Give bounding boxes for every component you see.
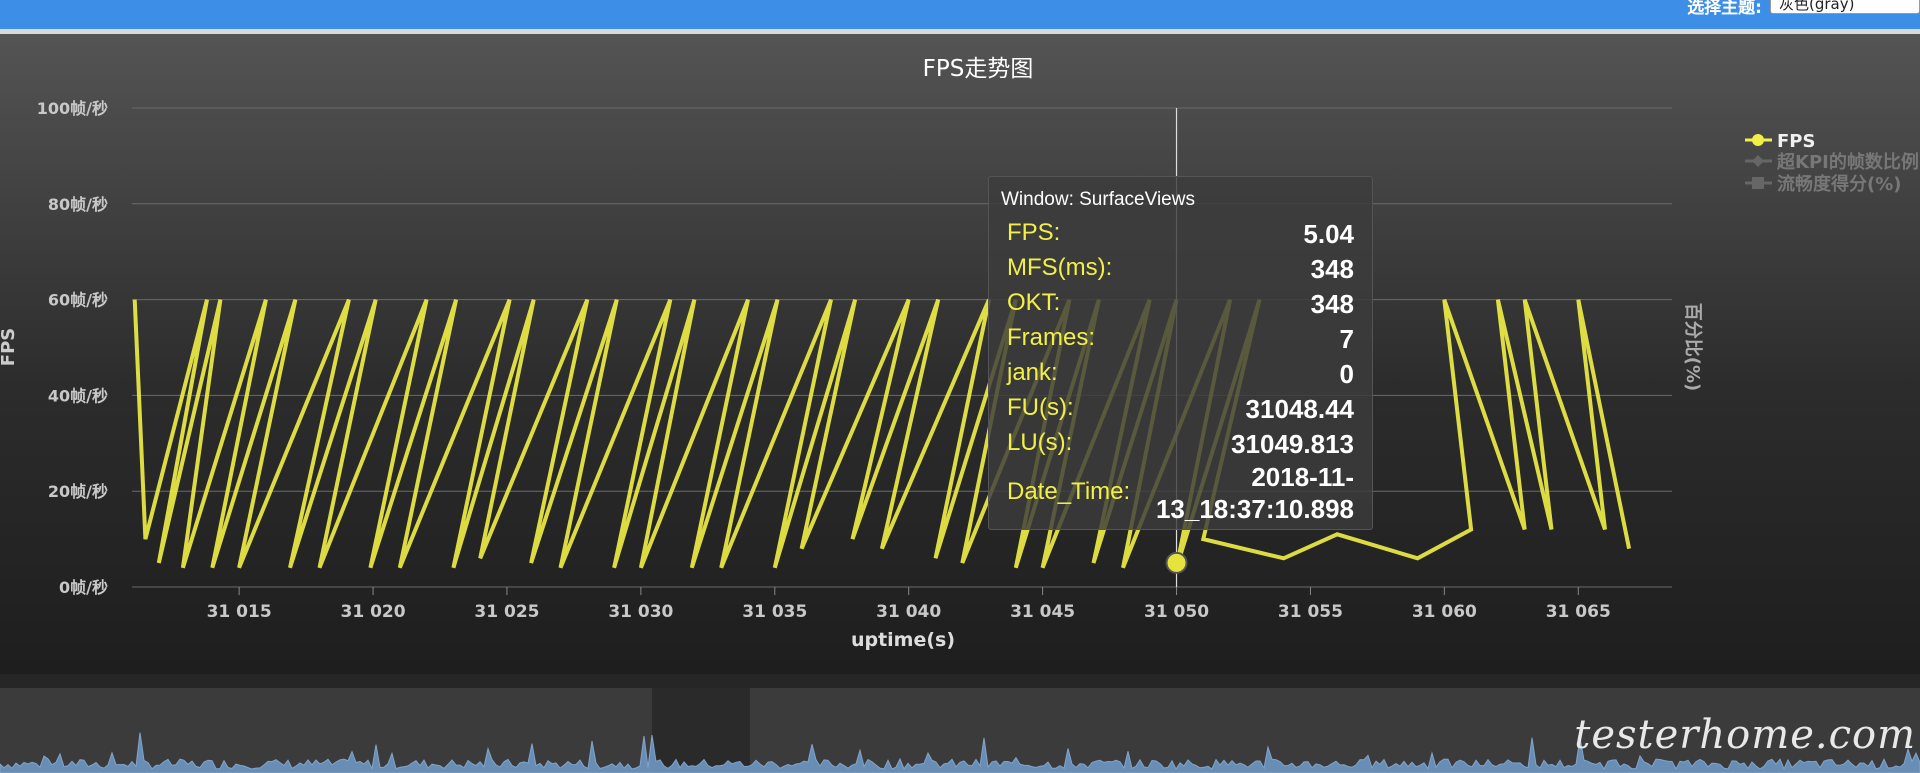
y-tick-label: 60帧/秒 xyxy=(48,291,108,310)
tooltip-row: OKT: 348 xyxy=(1007,289,1354,323)
x-tick-label: 31 065 xyxy=(1546,602,1611,622)
legend-item-label: FPS xyxy=(1777,131,1815,152)
hover-point-marker xyxy=(1165,551,1188,574)
x-tick-label: 31 030 xyxy=(608,602,673,622)
y-tick-label: 100帧/秒 xyxy=(37,99,108,118)
x-tick-label: 31 060 xyxy=(1412,602,1477,622)
tooltip-row: jank: 0 xyxy=(1007,359,1354,393)
chart-tooltip: Window: SurfaceViews FPS: 5.04 MFS(ms): 348… xyxy=(988,176,1373,530)
legend-marker-square xyxy=(1752,177,1764,189)
tooltip-row: MFS(ms): 348 xyxy=(1007,254,1354,288)
tooltip-row-label: LU(s): xyxy=(1007,429,1073,456)
tooltip-row-label: Frames: xyxy=(1007,324,1096,351)
tooltip-row-label: FU(s): xyxy=(1007,394,1074,421)
x-tick-label: 31 020 xyxy=(341,602,406,622)
tooltip-title: Window: SurfaceViews xyxy=(1001,189,1195,210)
theme-label: 选择主题: xyxy=(1687,0,1762,18)
x-tick-label: 31 015 xyxy=(207,602,272,622)
tooltip-row-value: 31049.813 xyxy=(1231,429,1354,459)
x-tick-label: 31 040 xyxy=(876,602,941,622)
tooltip-row-value: 7 xyxy=(1339,324,1354,354)
tooltip-row-value: 348 xyxy=(1310,254,1354,284)
theme-select[interactable]: 灰色(gray) xyxy=(1770,0,1920,14)
legend-item-label: 流畅度得分(%) xyxy=(1777,173,1902,195)
x-tick-label: 31 045 xyxy=(1010,602,1075,622)
tooltip-row: LU(s): 31049.813 xyxy=(1007,429,1354,463)
tooltip-row-value: 0 xyxy=(1339,359,1354,389)
legend-item-label: 超KPI的帧数比例 xyxy=(1777,151,1919,173)
tooltip-row-label: OKT: xyxy=(1007,289,1061,316)
y-tick-label: 40帧/秒 xyxy=(48,386,108,405)
legend-marker-diamond xyxy=(1752,155,1764,167)
tooltip-date-line-1: 2018-11- xyxy=(1251,462,1354,492)
navigator-selected-region xyxy=(652,688,750,773)
x-tick-label: 31 035 xyxy=(742,602,807,622)
fps-series-line xyxy=(132,298,1632,569)
x-axis-title: uptime(s) xyxy=(851,629,955,651)
tooltip-row-label: Date_Time: xyxy=(1007,478,1131,505)
tooltip-row: FU(s): 31048.44 xyxy=(1007,394,1354,428)
tooltip-row-value: 5.04 xyxy=(1303,219,1354,249)
y-tick-label: 0帧/秒 xyxy=(59,578,108,597)
tooltip-row-label: FPS: xyxy=(1007,219,1061,246)
fps-chart: FPS走势图 0帧/秒 20帧/秒 40帧/秒 60帧/秒 80帧/秒 100帧/秒 31 0… xyxy=(0,56,1919,651)
x-tick-label: 31 055 xyxy=(1278,602,1343,622)
y2-axis-title: 百分比(%) xyxy=(1682,303,1703,392)
legend-marker-circle xyxy=(1752,134,1764,146)
tooltip-row-label: jank: xyxy=(1007,359,1058,386)
tooltip-row-value: 348 xyxy=(1310,289,1354,319)
chart-title: FPS走势图 xyxy=(923,56,1034,82)
tooltip-row-label: MFS(ms): xyxy=(1007,254,1113,281)
x-tick-label: 31 050 xyxy=(1144,602,1209,622)
watermark: testerhome.com xyxy=(1574,712,1916,758)
tooltip-date-line-2: 13_18:37:10.898 xyxy=(1155,494,1354,524)
y-tick-label: 20帧/秒 xyxy=(48,482,108,501)
y-tick-label: 80帧/秒 xyxy=(48,195,108,214)
tooltip-row: Frames: 7 xyxy=(1007,324,1354,358)
tooltip-row-value: 2018-11- 13_18:37:10.898 xyxy=(1156,461,1354,525)
tooltip-row: FPS: 5.04 xyxy=(1007,219,1354,253)
fps-chart-panel: FPS走势图 0帧/秒 20帧/秒 40帧/秒 60帧/秒 80帧/秒 100帧/秒 31 0… xyxy=(0,34,1920,674)
x-tick-label: 31 025 xyxy=(474,602,539,622)
y-axis-title: FPS xyxy=(0,328,19,366)
tooltip-row-value: 31048.44 xyxy=(1245,394,1354,424)
top-bar: 选择主题: 灰色(gray) xyxy=(0,0,1920,34)
